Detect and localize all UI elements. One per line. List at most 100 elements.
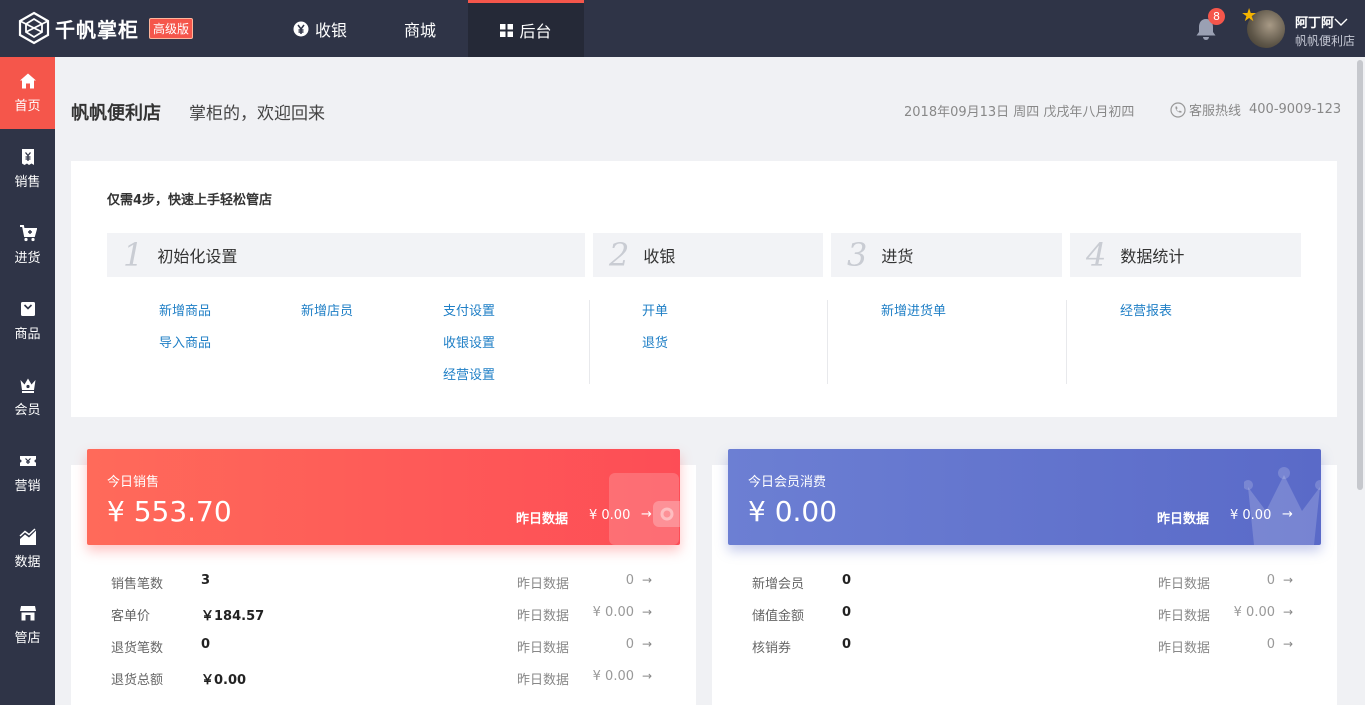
link-payment-settings[interactable]: 支付设置	[443, 300, 495, 319]
arrow-right-icon[interactable]: →	[642, 637, 652, 651]
quickstart-title: 仅需4步，快速上手轻松管店	[107, 193, 273, 208]
member-row-yest-label: 昨日数据	[1158, 609, 1211, 624]
sidebar-item-label: 管店	[14, 631, 41, 646]
step-label: 数据统计	[1120, 247, 1185, 266]
edition-badge: 高级版	[149, 17, 194, 39]
sidebar-item-marketing[interactable]: 营销	[0, 437, 55, 509]
sidebar-item-label: 首页	[14, 99, 41, 114]
step-stats-header: 4 数据统计	[1070, 233, 1301, 277]
sidebar-item-label: 进货	[14, 251, 41, 266]
user-menu[interactable]: 阿丁阿	[1295, 12, 1348, 31]
sales-row-yest-value: ¥ 0.00	[592, 605, 634, 620]
link-open-order[interactable]: 开单	[642, 300, 668, 319]
step-number: 2	[609, 236, 630, 274]
sidebar-item-label: 销售	[14, 175, 41, 190]
member-row-yest-label: 昨日数据	[1158, 577, 1211, 592]
step-number: 3	[847, 236, 868, 274]
logo[interactable]: 千帆掌柜 高级版	[17, 11, 194, 45]
sidebar-item-home[interactable]: 首页	[0, 57, 55, 129]
tab-mall[interactable]: 商城	[380, 0, 460, 57]
link-import-product[interactable]: 导入商品	[159, 332, 211, 351]
link-business-settings[interactable]: 经营设置	[443, 364, 495, 383]
receipt-icon	[21, 149, 34, 165]
member-row-value: 0	[842, 573, 852, 588]
chart-icon	[18, 528, 36, 545]
page-title: 帆帆便利店	[71, 103, 161, 124]
chevron-down-icon	[1334, 18, 1348, 26]
package-icon	[20, 302, 35, 316]
sidebar-item-purchase[interactable]: 进货	[0, 209, 55, 281]
date-text: 2018年09月13日 周四 戊戌年八月初四	[904, 105, 1135, 120]
star-icon: ★	[1241, 5, 1258, 26]
divider	[589, 300, 590, 384]
user-store: 帆帆便利店	[1295, 34, 1356, 48]
step-init-header: 1 初始化设置	[107, 233, 585, 277]
sidebar-item-label: 数据	[14, 555, 41, 570]
top-bar	[0, 0, 1365, 57]
yen-circle-icon	[293, 21, 309, 37]
link-add-product[interactable]: 新增商品	[159, 300, 211, 319]
user-name: 阿丁阿	[1295, 16, 1335, 31]
tab-backend[interactable]: 后台	[468, 0, 584, 57]
crown-icon	[1244, 467, 1321, 545]
member-row-label: 核销券	[752, 641, 792, 656]
sidebar-item-data[interactable]: 数据	[0, 513, 55, 585]
sales-row-label: 退货笔数	[111, 641, 164, 656]
link-add-staff[interactable]: 新增店员	[301, 300, 353, 319]
arrow-right-icon[interactable]: →	[642, 573, 652, 587]
member-banner-label: 今日会员消费	[748, 475, 827, 490]
sidebar-item-sales[interactable]: 销售	[0, 133, 55, 205]
arrow-right-icon[interactable]: →	[642, 669, 652, 683]
home-icon	[19, 73, 36, 89]
welcome-text: 掌柜的，欢迎回来	[189, 104, 325, 124]
tab-cashier-label: 收银	[314, 20, 347, 40]
step-number: 1	[123, 236, 144, 274]
scrollbar-thumb[interactable]	[1357, 60, 1363, 490]
sales-row-value: ￥184.57	[201, 609, 265, 624]
storefront-icon	[19, 606, 36, 621]
sidebar-item-members[interactable]: 会员	[0, 361, 55, 433]
member-yesterday-value: ¥ 0.00	[1230, 508, 1272, 523]
member-row-yest-value: ¥ 0.00	[1233, 605, 1275, 620]
hotline: 客服热线 400-9009-123	[1170, 100, 1341, 119]
arrow-right-icon[interactable]: →	[1283, 605, 1293, 619]
arrow-right-icon[interactable]: →	[1283, 573, 1293, 587]
ticket-icon	[19, 456, 36, 466]
sales-row-label: 客单价	[111, 609, 151, 624]
step-label: 进货	[881, 247, 914, 266]
hotline-label: 客服热线	[1189, 104, 1242, 119]
link-cashier-settings[interactable]: 收银设置	[443, 332, 495, 351]
phone-icon	[1170, 101, 1186, 118]
tab-cashier[interactable]: 收银	[270, 0, 370, 57]
arrow-right-icon[interactable]: →	[642, 605, 652, 619]
notification-badge: 8	[1208, 8, 1225, 25]
crown-icon	[20, 378, 35, 393]
sales-row-value: ￥0.00	[201, 673, 247, 688]
sales-row-yest-value: ¥ 0.00	[592, 669, 634, 684]
member-yesterday-label: 昨日数据	[1157, 512, 1210, 527]
member-banner[interactable]: 今日会员消费 ¥ 0.00 昨日数据 ¥ 0.00 →	[728, 449, 1321, 545]
sales-banner-value: ¥ 553.70	[107, 495, 232, 528]
sidebar-item-label: 营销	[14, 479, 41, 494]
sales-yesterday-label: 昨日数据	[516, 512, 569, 527]
sales-banner[interactable]: 今日销售 ¥ 553.70 昨日数据 ¥ 0.00 →	[87, 449, 680, 545]
arrow-right-icon[interactable]: →	[1283, 637, 1293, 651]
sidebar-item-store[interactable]: 管店	[0, 589, 55, 661]
grid-icon	[500, 23, 514, 37]
sales-row-label: 退货总额	[111, 673, 164, 688]
arrow-right-icon: →	[1282, 507, 1293, 522]
step-label: 初始化设置	[157, 247, 238, 266]
divider	[1066, 300, 1067, 384]
sales-row-yest-value: 0	[625, 573, 634, 588]
sidebar-item-goods[interactable]: 商品	[0, 285, 55, 357]
cart-icon	[19, 225, 37, 242]
logo-text: 千帆掌柜	[55, 17, 139, 42]
sales-banner-label: 今日销售	[107, 475, 160, 490]
arrow-right-icon: →	[641, 507, 652, 522]
sales-row-yest-label: 昨日数据	[517, 673, 570, 688]
link-return[interactable]: 退货	[642, 332, 668, 351]
link-business-report[interactable]: 经营报表	[1120, 300, 1172, 319]
link-add-purchase-order[interactable]: 新增进货单	[881, 300, 946, 319]
sales-row-value: 0	[201, 637, 211, 652]
step-label: 收银	[643, 247, 676, 266]
